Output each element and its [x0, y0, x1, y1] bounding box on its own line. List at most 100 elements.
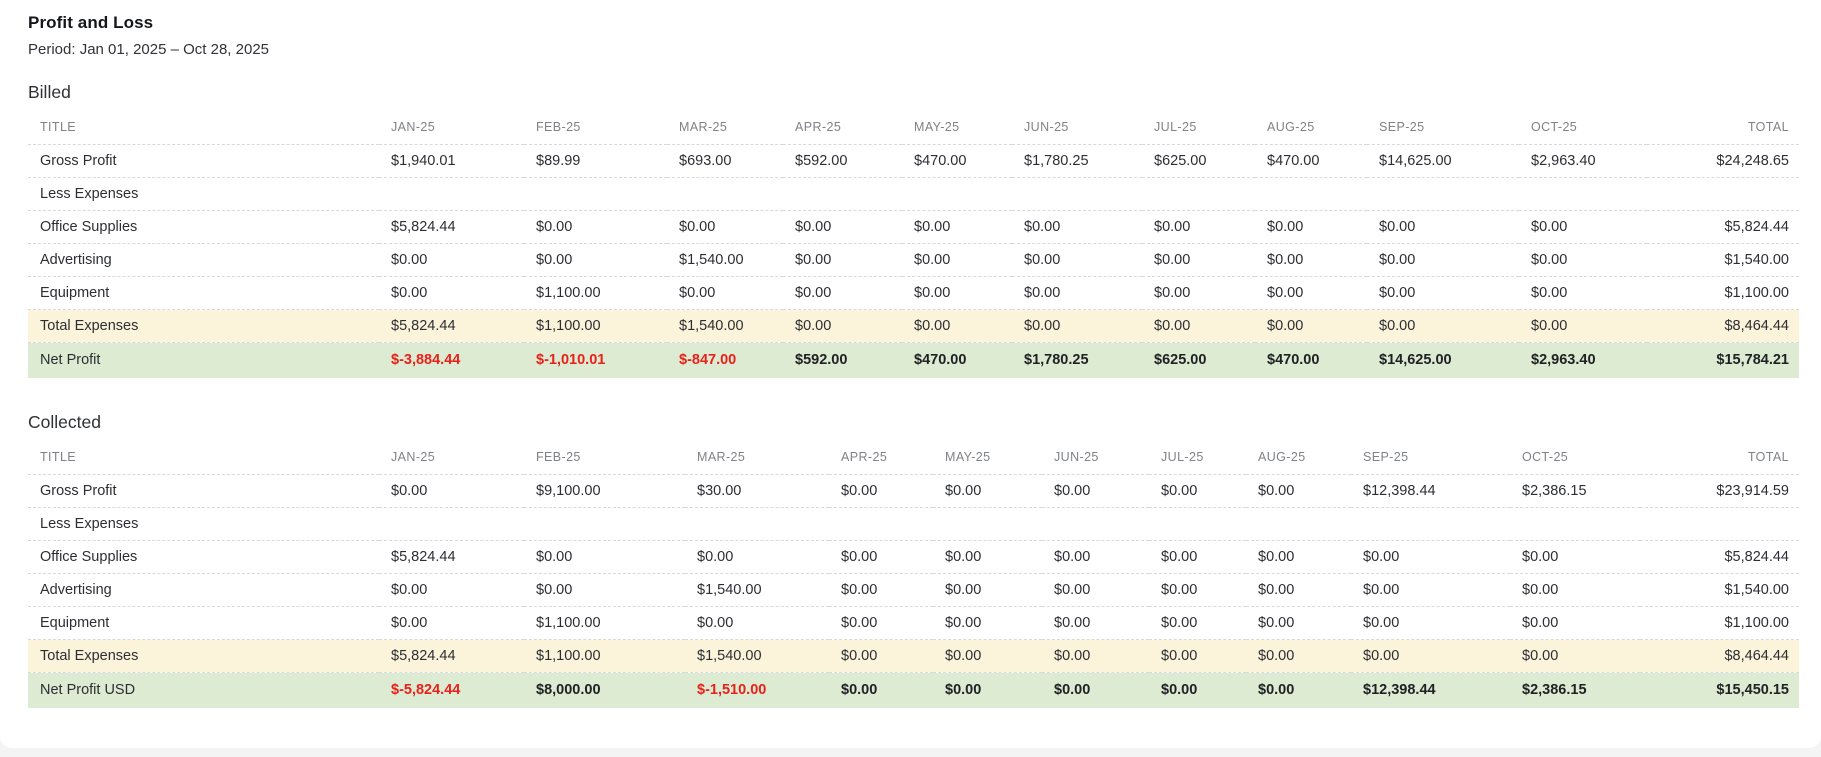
cell-value: $0.00	[679, 218, 716, 235]
page-title: Profit and Loss	[28, 13, 154, 32]
cell-value: $1,940.01	[391, 152, 456, 169]
column-header-jan-25: JAN-25	[391, 120, 436, 135]
cell-value	[1510, 507, 1640, 540]
cell-value: $625.00	[1142, 342, 1255, 378]
column-header-sep-25: SEP-25	[1379, 120, 1425, 135]
profit-loss-table-billed: TITLE JAN-25 FEB-25 MAR-25 APR-25 MAY-25 JUN-2…	[28, 111, 1799, 378]
cell-value: $2,963.40	[1531, 152, 1596, 169]
row-title: Gross Profit	[40, 482, 117, 499]
cell-value: $2,386.15	[1510, 672, 1640, 708]
cell-value	[783, 177, 902, 210]
row-title: Total Expenses	[28, 309, 379, 342]
column-header-oct-25: OCT-25	[1531, 120, 1578, 135]
cell-value: $470.00	[902, 342, 1012, 378]
column-header-total: TOTAL	[1747, 450, 1789, 465]
cell-value	[1149, 507, 1246, 540]
cell-value: $0.00	[536, 218, 573, 235]
column-header-mar-25: MAR-25	[697, 450, 746, 465]
cell-value	[379, 507, 524, 540]
cell-value	[667, 177, 783, 210]
cell-value	[524, 507, 685, 540]
row-title: Advertising	[40, 581, 112, 598]
column-header-apr-25: APR-25	[795, 120, 842, 135]
cell-value: $5,824.44	[379, 639, 524, 672]
cell-value	[685, 507, 829, 540]
row-title: Office Supplies	[40, 548, 138, 565]
cell-value: $0.00	[391, 614, 428, 631]
cell-value: $0.00	[945, 581, 982, 598]
cell-value: $0.00	[1510, 639, 1640, 672]
cell-value: $0.00	[1161, 581, 1198, 598]
table-row: Office Supplies $5,824.44 $0.00 $0.00 $0.00 $…	[28, 210, 1799, 243]
cell-value: $470.00	[1267, 152, 1320, 169]
cell-value: $0.00	[391, 251, 428, 268]
table-row: Advertising $0.00 $0.00 $1,540.00 $0.00 $0.00…	[28, 243, 1799, 276]
cell-value	[1367, 177, 1519, 210]
cell-value: $0.00	[914, 284, 951, 301]
cell-value: $0.00	[1024, 251, 1061, 268]
table-row: Gross Profit $0.00 $9,100.00 $30.00 $0.00 $0.…	[28, 474, 1799, 507]
cell-value: $0.00	[829, 672, 933, 708]
cell-value: $0.00	[1054, 581, 1091, 598]
cell-value: $1,540.00	[685, 639, 829, 672]
column-header-feb-25: FEB-25	[536, 120, 581, 135]
cell-value: $0.00	[1258, 482, 1295, 499]
column-header-feb-25: FEB-25	[536, 450, 581, 465]
cell-value	[1142, 177, 1255, 210]
column-header-jan-25: JAN-25	[391, 450, 436, 465]
column-header-oct-25: OCT-25	[1522, 450, 1569, 465]
column-header-total: TOTAL	[1747, 120, 1789, 135]
cell-value: $0.00	[1267, 218, 1304, 235]
column-header-jun-25: JUN-25	[1054, 450, 1099, 465]
cell-value: $0.00	[1522, 581, 1559, 598]
table-row: Equipment $0.00 $1,100.00 $0.00 $0.00 $0.00 $0…	[28, 276, 1799, 309]
cell-value: $14,625.00	[1367, 342, 1519, 378]
row-total: $15,784.21	[1647, 342, 1799, 378]
cell-value: $1,100.00	[536, 284, 601, 301]
cell-value: $592.00	[795, 152, 848, 169]
column-header-title: TITLE	[40, 450, 77, 465]
row-title: Equipment	[40, 284, 110, 301]
cell-value: $0.00	[536, 251, 573, 268]
cell-value: $0.00	[1246, 672, 1351, 708]
cell-value	[1246, 507, 1351, 540]
cell-value: $0.00	[1258, 548, 1295, 565]
row-total	[1647, 177, 1799, 210]
cell-value: $5,824.44	[391, 548, 456, 565]
cell-value: $0.00	[1351, 639, 1510, 672]
cell-value: $693.00	[679, 152, 732, 169]
cell-value: $1,100.00	[536, 614, 601, 631]
cell-value: $0.00	[1161, 614, 1198, 631]
cell-value: $0.00	[1149, 639, 1246, 672]
cell-value: $0.00	[1522, 614, 1559, 631]
cell-value: $5,824.44	[379, 309, 524, 342]
cell-value: $9,100.00	[536, 482, 601, 499]
section-heading: Collected	[28, 412, 101, 432]
cell-value: $0.00	[1258, 581, 1295, 598]
row-title: Less Expenses	[40, 185, 139, 202]
row-title: Equipment	[40, 614, 110, 631]
column-header-jun-25: JUN-25	[1024, 120, 1069, 135]
cell-value: $0.00	[391, 581, 428, 598]
cell-value: $-3,884.44	[379, 342, 524, 378]
cell-value: $0.00	[1154, 251, 1191, 268]
row-title: Office Supplies	[40, 218, 138, 235]
cell-value: $0.00	[1054, 482, 1091, 499]
cell-value: $0.00	[841, 581, 878, 598]
cell-value: $0.00	[841, 482, 878, 499]
cell-value: $0.00	[1054, 614, 1091, 631]
cell-value: $0.00	[697, 614, 734, 631]
table-row: Net Profit USD $-5,824.44 $8,000.00 $-1,510…	[28, 672, 1799, 708]
section-collected: Collected TITLE JAN-25 FEB-25 MAR-25 APR-25 M…	[28, 412, 1799, 708]
profit-loss-table-collected: TITLE JAN-25 FEB-25 MAR-25 APR-25 MAY-25 JUN-2…	[28, 441, 1799, 708]
column-header-may-25: MAY-25	[914, 120, 960, 135]
cell-value: $0.00	[783, 309, 902, 342]
cell-value: $0.00	[1054, 548, 1091, 565]
cell-value: $1,780.25	[1012, 342, 1142, 378]
column-header-sep-25: SEP-25	[1363, 450, 1409, 465]
row-total: $1,100.00	[1724, 284, 1789, 301]
report-period: Period: Jan 01, 2025 – Oct 28, 2025	[28, 41, 270, 58]
cell-value: $0.00	[945, 548, 982, 565]
table-row: Total Expenses $5,824.44 $1,100.00 $1,540.0…	[28, 639, 1799, 672]
column-header-may-25: MAY-25	[945, 450, 991, 465]
